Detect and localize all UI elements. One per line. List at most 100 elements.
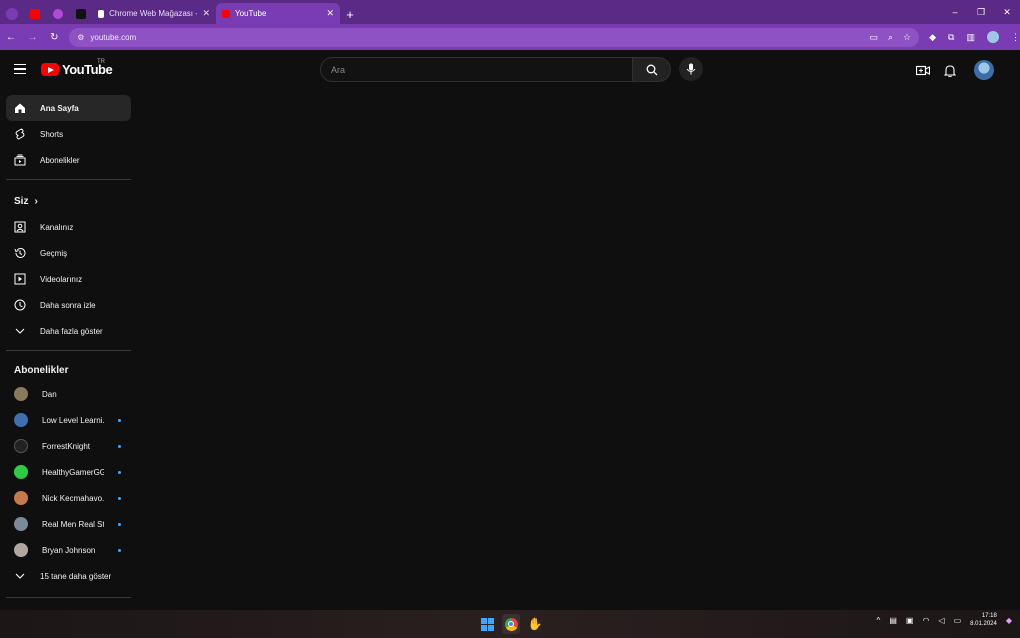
- browser-tab-strip: Chrome Web Mağazası - Öğeler ✕ YouTube ✕…: [0, 0, 1020, 24]
- windows-start-icon: [480, 617, 494, 631]
- browser-toolbar: ← → ↻ ⚙ youtube.com ▭ ⌕ ☆ ◆ ⧉ ▥ ⋮: [0, 24, 1020, 50]
- videos-icon: [14, 273, 26, 285]
- sidebar-divider: [6, 597, 131, 598]
- channel-avatar: [14, 413, 28, 427]
- new-content-dot: [118, 444, 121, 448]
- forward-icon[interactable]: →: [22, 32, 44, 43]
- search-button[interactable]: [632, 57, 671, 82]
- subscription-item[interactable]: Low Level Learni...: [6, 407, 131, 433]
- subscription-item[interactable]: ForrestKnight: [6, 433, 131, 459]
- sidebar-section-you[interactable]: Siz ›: [6, 188, 131, 214]
- sidebar-item-shorts[interactable]: Shorts: [6, 121, 131, 147]
- pinned-tab-2[interactable]: [47, 4, 69, 24]
- address-bar[interactable]: ⚙ youtube.com ▭ ⌕ ☆: [69, 27, 920, 47]
- back-icon[interactable]: ←: [0, 32, 22, 43]
- channel-avatar: [14, 439, 28, 453]
- new-content-dot: [118, 496, 121, 500]
- sidebar-item-home[interactable]: Ana Sayfa: [6, 95, 131, 121]
- menu-kebab-icon[interactable]: ⋮: [1011, 32, 1020, 43]
- sidebar-item-watch-later[interactable]: Daha sonra izle: [6, 292, 131, 318]
- pinned-tab-youtube[interactable]: [24, 4, 46, 24]
- youtube-play-logo-icon: [41, 63, 59, 76]
- search-icon: [646, 64, 657, 75]
- channel-avatar: [14, 543, 28, 557]
- subscription-label: ForrestKnight: [42, 441, 91, 451]
- sidebar-show-more-subscriptions[interactable]: 15 tane daha göster: [6, 563, 131, 589]
- account-avatar[interactable]: [974, 60, 994, 80]
- extensions-puzzle-icon[interactable]: ⧉: [948, 32, 954, 43]
- guide-menu-icon[interactable]: [14, 64, 26, 74]
- sidebar-item-label: Abonelikler: [40, 155, 80, 165]
- new-content-dot: [118, 418, 121, 422]
- subscription-item[interactable]: Real Men Real St...: [6, 511, 131, 537]
- voice-search-button[interactable]: [679, 57, 703, 81]
- tab-label: YouTube: [235, 9, 267, 18]
- sidebar-item-subscriptions[interactable]: Abonelikler: [6, 147, 131, 173]
- chevron-right-icon: ›: [34, 195, 38, 207]
- cast-icon[interactable]: ▭: [869, 32, 878, 43]
- youtube-favicon-icon: [222, 9, 230, 18]
- site-info-icon[interactable]: ⚙: [77, 33, 84, 42]
- wifi-icon[interactable]: ◠: [922, 616, 929, 625]
- subscription-label: Bryan Johnson: [42, 545, 96, 555]
- sidebar-item-label: Daha fazla göster: [40, 326, 103, 336]
- zoom-icon[interactable]: ⌕: [888, 32, 893, 43]
- sidebar-item-your-channel[interactable]: Kanalınız: [6, 214, 131, 240]
- sidebar-show-more[interactable]: Daha fazla göster: [6, 318, 131, 344]
- notifications-button[interactable]: [942, 62, 958, 78]
- extension-icon[interactable]: ◆: [929, 32, 936, 43]
- chrome-icon: [504, 617, 518, 631]
- home-icon: [14, 102, 26, 114]
- minimize-icon[interactable]: –: [942, 0, 968, 24]
- tray-app-icon[interactable]: ▣: [906, 616, 914, 625]
- watch-later-icon: [14, 299, 26, 311]
- volume-icon[interactable]: ◁: [938, 616, 944, 625]
- close-tab-icon[interactable]: ✕: [326, 8, 334, 19]
- channel-avatar: [14, 387, 28, 401]
- sidebar-item-history[interactable]: Geçmiş: [6, 240, 131, 266]
- bookmark-star-icon[interactable]: ☆: [903, 32, 911, 43]
- subscription-label: Low Level Learni...: [42, 415, 105, 425]
- subscription-item[interactable]: Nick Kecmahavo...: [6, 485, 131, 511]
- app-icon: ✋: [527, 617, 543, 631]
- tray-app-icon[interactable]: ▤: [889, 616, 897, 625]
- profile-avatar-icon[interactable]: [986, 31, 999, 43]
- tab-chrome-web-store[interactable]: Chrome Web Mağazası - Öğeler ✕: [92, 3, 216, 24]
- restore-icon[interactable]: ❐: [968, 0, 994, 24]
- microphone-icon: [686, 63, 696, 75]
- battery-icon[interactable]: ▭: [954, 616, 962, 625]
- notification-bell-icon[interactable]: ◆: [1006, 616, 1012, 625]
- start-button[interactable]: [478, 614, 496, 634]
- subscription-item[interactable]: Dan: [6, 381, 131, 407]
- new-tab-button[interactable]: +: [340, 7, 360, 22]
- guide-sidebar: Ana Sayfa Shorts Abonelikler Siz › Kanal…: [6, 95, 131, 606]
- sidebar-item-your-videos[interactable]: Videolarınız: [6, 266, 131, 292]
- youtube-favicon-icon: [30, 9, 40, 19]
- tab-search-button[interactable]: [1, 4, 23, 24]
- taskbar-app[interactable]: ✋: [526, 614, 544, 634]
- chevron-down-icon: [14, 570, 26, 582]
- search-input[interactable]: Ara: [320, 57, 633, 82]
- sidebar-item-label: Shorts: [40, 129, 64, 139]
- subscription-item[interactable]: Bryan Johnson: [6, 537, 131, 563]
- pinned-tab-3[interactable]: [70, 4, 92, 24]
- close-tab-icon[interactable]: ✕: [202, 8, 210, 19]
- subscription-item[interactable]: HealthyGamerGG: [6, 459, 131, 485]
- window-controls: – ❐ ✕: [942, 0, 1020, 24]
- create-video-button[interactable]: [915, 62, 931, 78]
- new-content-dot: [118, 548, 121, 552]
- section-title: Siz: [14, 195, 29, 207]
- side-panel-icon[interactable]: ▥: [966, 32, 975, 43]
- sidebar-item-label: Daha sonra izle: [40, 300, 96, 310]
- subscription-label: HealthyGamerGG: [42, 467, 105, 477]
- chevron-up-icon[interactable]: ^: [877, 616, 881, 625]
- new-content-dot: [118, 522, 121, 526]
- close-window-icon[interactable]: ✕: [994, 0, 1020, 24]
- tab-youtube[interactable]: YouTube ✕: [216, 3, 340, 24]
- clock[interactable]: 17:18 8.01.2024: [970, 612, 997, 628]
- subscription-label: Nick Kecmahavo...: [42, 493, 105, 503]
- bell-icon: [944, 64, 956, 77]
- channel-avatar: [14, 517, 28, 531]
- reload-icon[interactable]: ↻: [43, 32, 65, 43]
- taskbar-chrome[interactable]: [502, 614, 520, 634]
